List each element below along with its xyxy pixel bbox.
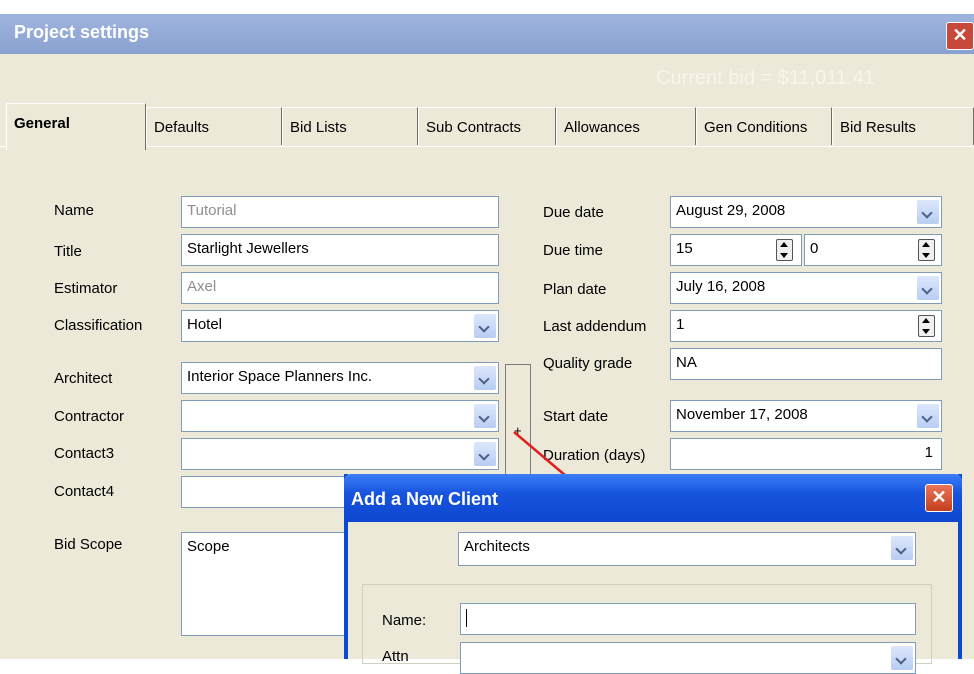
due-time-hour-value: 15 <box>676 240 693 257</box>
duration-field[interactable]: 1 <box>670 438 942 470</box>
tab-defaults[interactable]: Defaults <box>146 107 282 145</box>
quality-grade-field[interactable]: NA <box>670 348 942 380</box>
architect-select[interactable]: Interior Space Planners Inc. <box>181 362 499 394</box>
chevron-down-icon[interactable] <box>474 442 496 466</box>
client-name-field[interactable] <box>460 603 916 635</box>
plan-date-label: Plan date <box>543 281 607 298</box>
name-field[interactable]: Tutorial <box>181 196 499 228</box>
tab-gen-conditions[interactable]: Gen Conditions <box>696 107 832 145</box>
start-date-value: November 17, 2008 <box>676 406 808 423</box>
client-type-select[interactable]: Architects <box>458 532 916 566</box>
classification-select[interactable]: Hotel <box>181 310 499 342</box>
due-date-label: Due date <box>543 204 604 221</box>
plan-date-select[interactable]: July 16, 2008 <box>670 272 942 304</box>
start-date-select[interactable]: November 17, 2008 <box>670 400 942 432</box>
client-type-value: Architects <box>464 538 530 555</box>
last-addendum-field[interactable]: 1 <box>670 310 942 342</box>
attn-select[interactable] <box>460 642 916 674</box>
current-bid-text: Current bid = $11,011.41 <box>656 67 875 89</box>
client-name-label: Name: <box>382 612 427 629</box>
bid-scope-label: Bid Scope <box>54 536 123 553</box>
contractor-select[interactable] <box>181 400 499 432</box>
tab-bid-results[interactable]: Bid Results <box>832 107 974 145</box>
spinner-icon[interactable] <box>776 239 793 261</box>
architect-value: Interior Space Planners Inc. <box>187 368 373 385</box>
chevron-down-icon[interactable] <box>891 646 913 670</box>
tab-divider <box>0 146 974 147</box>
tab-sub-contracts[interactable]: Sub Contracts <box>418 107 556 145</box>
plus-icon: + <box>514 423 522 438</box>
chevron-down-icon[interactable] <box>474 314 496 338</box>
tab-general[interactable]: General <box>6 103 146 150</box>
chevron-down-icon[interactable] <box>917 276 939 300</box>
chevron-down-icon[interactable] <box>917 200 939 224</box>
plan-date-value: July 16, 2008 <box>676 278 766 295</box>
last-addendum-value: 1 <box>676 316 685 333</box>
estimator-label: Estimator <box>54 280 118 297</box>
window-title: Project settings <box>14 22 150 42</box>
due-date-select[interactable]: August 29, 2008 <box>670 196 942 228</box>
quality-grade-label: Quality grade <box>543 355 633 372</box>
chevron-down-icon[interactable] <box>891 536 913 560</box>
close-icon[interactable]: ✕ <box>925 484 953 512</box>
contact3-select[interactable] <box>181 438 499 470</box>
classification-label: Classification <box>54 317 143 334</box>
due-time-minute-value: 0 <box>810 240 819 257</box>
title-label: Title <box>54 243 82 260</box>
due-time-minute-field[interactable]: 0 <box>804 234 942 266</box>
attn-label: Attn <box>382 648 409 665</box>
architect-label: Architect <box>54 370 113 387</box>
spinner-icon[interactable] <box>918 315 935 337</box>
contact4-label: Contact4 <box>54 483 115 500</box>
chevron-down-icon[interactable] <box>474 366 496 390</box>
estimator-field[interactable]: Axel <box>181 272 499 304</box>
due-time-hour-field[interactable]: 15 <box>670 234 802 266</box>
text-cursor <box>466 609 467 628</box>
spinner-icon[interactable] <box>918 239 935 261</box>
start-date-label: Start date <box>543 408 609 425</box>
due-date-value: August 29, 2008 <box>676 202 786 219</box>
chevron-down-icon[interactable] <box>917 404 939 428</box>
last-addendum-label: Last addendum <box>543 318 647 335</box>
title-field[interactable]: Starlight Jewellers <box>181 234 499 266</box>
tab-allowances[interactable]: Allowances <box>556 107 696 145</box>
dialog-title: Add a New Client <box>351 489 499 509</box>
duration-label: Duration (days) <box>543 447 646 464</box>
chevron-down-icon[interactable] <box>474 404 496 428</box>
classification-value: Hotel <box>187 316 223 333</box>
contractor-label: Contractor <box>54 408 125 425</box>
due-time-label: Due time <box>543 242 604 259</box>
close-icon[interactable]: ✕ <box>946 22 974 50</box>
name-label: Name <box>54 202 95 219</box>
contact3-label: Contact3 <box>54 445 115 462</box>
tab-bid-lists[interactable]: Bid Lists <box>282 107 418 145</box>
